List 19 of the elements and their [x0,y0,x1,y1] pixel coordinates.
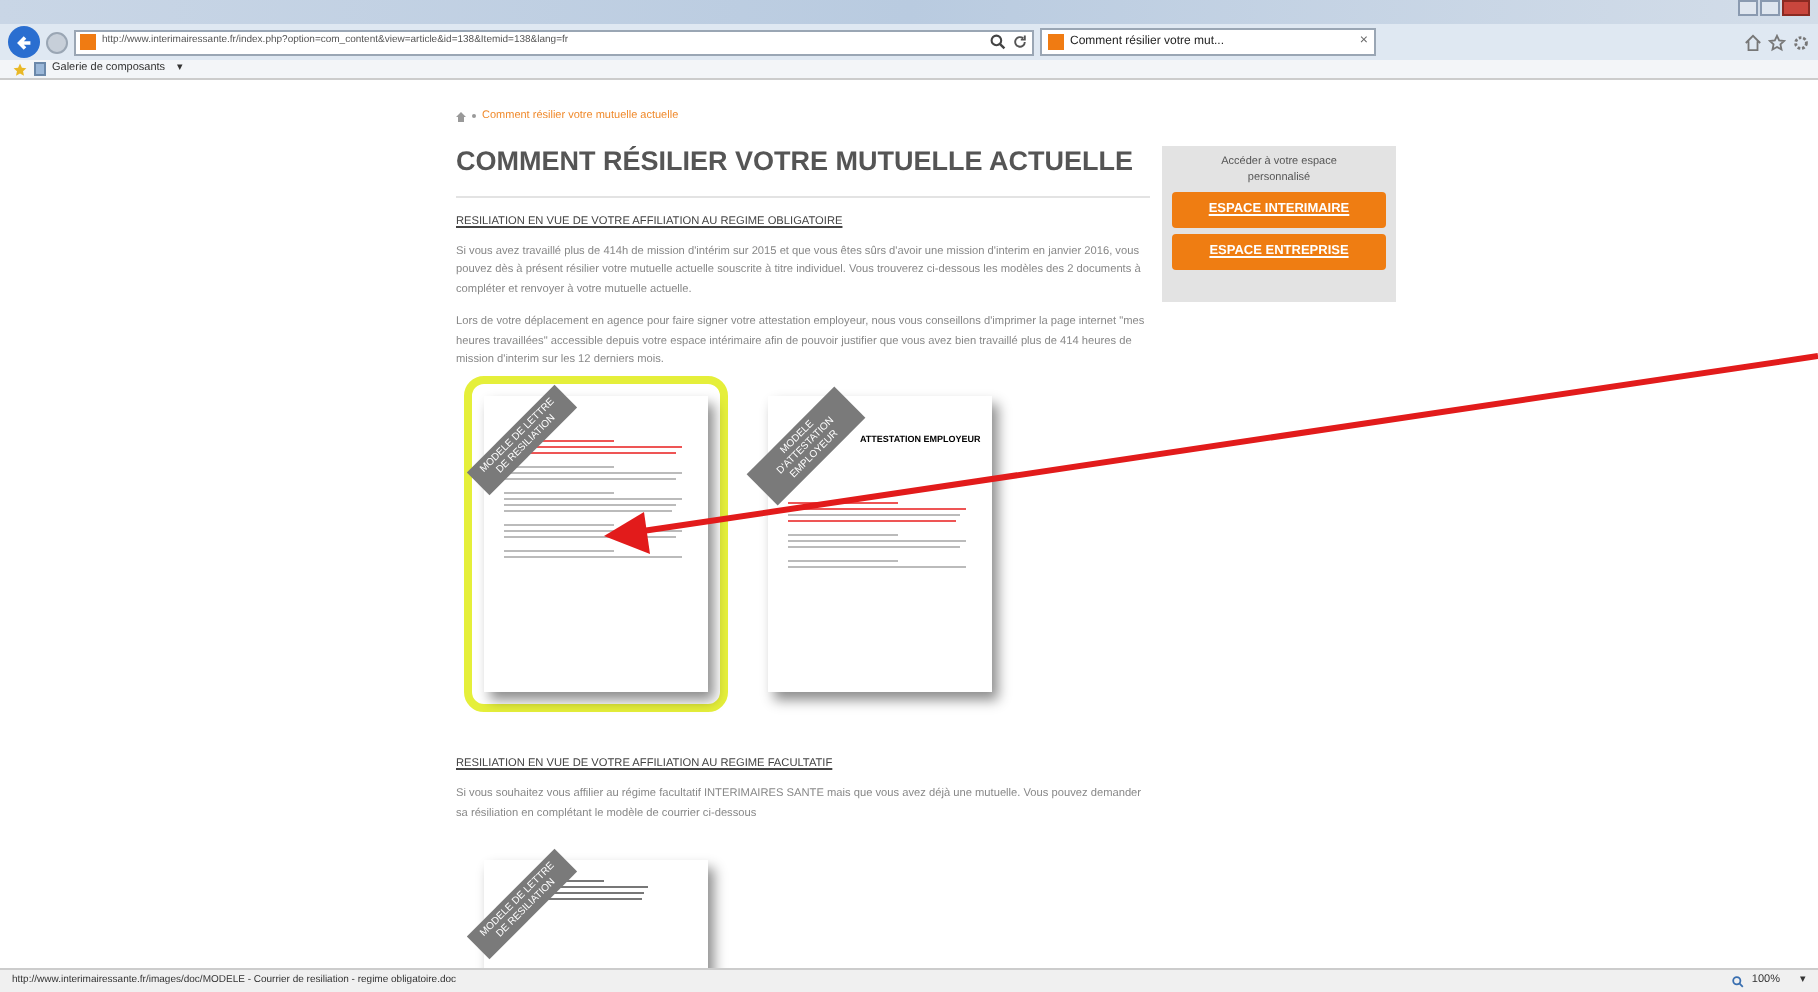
back-button[interactable] [8,26,40,58]
page-title: COMMENT RÉSILIER VOTRE MUTUELLE ACTUELLE [456,142,1150,197]
document-thumbnail[interactable] [484,395,708,692]
page-icon [34,62,46,76]
home-icon[interactable] [456,111,466,122]
maximize-button[interactable] [1760,0,1780,16]
back-arrow-icon [15,33,33,51]
refresh-icon[interactable] [1012,34,1028,50]
search-icon[interactable] [990,34,1006,50]
star-icon [12,61,28,77]
star-icon[interactable] [1768,33,1786,51]
forward-button[interactable] [46,31,68,53]
minimize-button[interactable] [1738,0,1758,16]
home-icon[interactable] [1744,33,1762,51]
zoom-icon [1731,975,1744,987]
site-favicon-icon [80,34,96,50]
breadcrumb-separator-icon [472,114,476,119]
tab-favicon-icon [1048,34,1064,50]
close-button[interactable] [1782,0,1810,16]
